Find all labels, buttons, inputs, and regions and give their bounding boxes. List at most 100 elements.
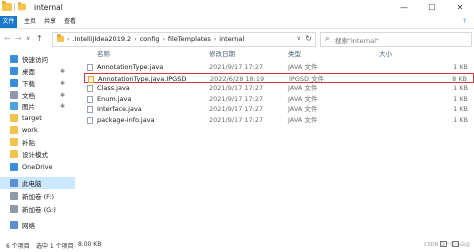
file-row[interactable]: AnnotationType.java 2021/9/17 17:27 JAVA 文… — [84, 62, 474, 72]
file-name: package-info.java — [97, 115, 155, 124]
sidebar-item-icon — [10, 150, 18, 158]
breadcrumb-item[interactable]: internal — [219, 35, 244, 43]
file-icon — [87, 116, 93, 124]
file-row[interactable]: Class.java 2021/9/17 17:27 JAVA 文件 1 KB — [84, 83, 474, 93]
chevron-right-icon: › — [134, 35, 137, 43]
search-input[interactable]: 搜索"internal" — [335, 35, 379, 45]
sidebar-item-label: 新加卷 (F:) — [22, 193, 55, 201]
file-name: Class.java — [97, 84, 130, 92]
sidebar-item-label: 桌面 — [22, 68, 35, 76]
sidebar-item-icon — [10, 114, 18, 122]
sidebar-item[interactable]: 图片 ✱ — [0, 100, 75, 112]
lock-file-icon — [88, 75, 94, 83]
sidebar-item[interactable]: 设计模式 — [0, 148, 75, 160]
sidebar-item-label: 新加卷 (G:) — [22, 206, 56, 214]
sidebar-item-icon — [10, 79, 18, 87]
sidebar-item[interactable]: 下载 ✱ — [0, 77, 75, 89]
file-name: AnnotationType.java.IPGSD — [98, 74, 187, 83]
file-size: 1 KB — [453, 63, 468, 71]
up-button[interactable]: ↑ — [36, 34, 43, 43]
breadcrumb-item[interactable]: config — [140, 35, 160, 43]
file-type: JAVA 文件 — [288, 84, 318, 92]
file-type: JAVA 文件 — [288, 115, 318, 124]
help-icon[interactable]: ? — [463, 18, 466, 25]
breadcrumb-item[interactable]: .IntelliJIdea2019.2 — [72, 35, 131, 43]
address-dropdown-button[interactable]: ∨ — [297, 35, 301, 42]
column-header-name[interactable]: 名称 — [97, 49, 110, 60]
file-date: 2021/9/17 17:27 — [209, 115, 264, 124]
selection-size: 8.00 KB — [78, 241, 102, 248]
large-icons-view-icon[interactable] — [452, 241, 459, 247]
column-header-date[interactable]: 修改日期 — [209, 49, 235, 60]
sidebar-item-label: target — [22, 114, 42, 122]
sidebar-item-icon — [10, 205, 18, 213]
maximize-button[interactable]: ☐ — [418, 0, 446, 16]
file-type: JAVA 文件 — [288, 94, 318, 103]
folder-icon[interactable] — [18, 2, 26, 11]
sidebar-item[interactable]: 新加卷 (F:) — [0, 190, 75, 202]
forward-button[interactable]: → — [15, 34, 22, 43]
sidebar-item[interactable]: 新加卷 (G:) — [0, 203, 75, 215]
sidebar-item-icon — [10, 102, 18, 110]
recent-dropdown-button[interactable]: ∨ — [26, 35, 30, 42]
tab-file[interactable]: 文件 — [0, 16, 17, 28]
close-button[interactable]: ✕ — [446, 0, 474, 16]
refresh-button[interactable]: ↻ — [305, 34, 312, 43]
file-name: Interface.java — [97, 105, 142, 113]
file-size: 1 KB — [453, 115, 468, 124]
tab-share[interactable]: 共享 — [44, 16, 56, 28]
sidebar-item[interactable]: OneDrive — [0, 161, 75, 173]
file-date: 2021/9/17 17:27 — [209, 105, 264, 113]
column-header-type[interactable]: 类型 — [288, 49, 301, 60]
sidebar-item-icon — [10, 192, 18, 200]
sidebar-item-label: 补贴 — [22, 139, 35, 147]
sidebar-item[interactable]: 此电脑 — [0, 177, 75, 189]
details-view-icon[interactable] — [440, 241, 447, 247]
folder-icon — [2, 1, 12, 11]
divider — [14, 3, 15, 11]
pin-icon: ✱ — [60, 79, 66, 87]
sidebar-item[interactable]: work — [0, 124, 75, 136]
sidebar-item-icon — [10, 67, 18, 75]
navigation-bar: ← → ∨ ↑ › .IntelliJIdea2019.2 › config ›… — [0, 29, 474, 49]
sidebar-item[interactable]: 补贴 — [0, 136, 75, 148]
sidebar-item-label: 文档 — [22, 92, 35, 100]
file-size: 1 KB — [453, 94, 468, 103]
search-box[interactable]: ⌕ 搜索"internal" — [320, 32, 472, 47]
chevron-right-icon: › — [162, 35, 165, 43]
sidebar-item-label: 下载 — [22, 80, 35, 88]
file-row[interactable]: package-info.java 2021/9/17 17:27 JAVA 文件 1… — [84, 115, 474, 125]
file-type: JAVA 文件 — [288, 63, 318, 71]
sidebar-item[interactable]: 网络 — [0, 219, 75, 231]
sidebar-item[interactable]: 桌面 ✱ — [0, 65, 75, 77]
file-date: 2021/9/17 17:27 — [209, 84, 264, 92]
sidebar-item-icon — [10, 221, 18, 229]
item-count: 6 个项目 — [6, 243, 30, 250]
tab-home[interactable]: 主页 — [24, 16, 36, 28]
back-button[interactable]: ← — [4, 34, 11, 43]
address-bar[interactable]: › .IntelliJIdea2019.2 › config › fileTem… — [52, 32, 316, 47]
sidebar-item[interactable]: 快速访问 — [0, 53, 75, 65]
file-name: AnnotationType.java — [97, 63, 164, 71]
quick-access-toolbar — [2, 1, 27, 11]
sidebar-item[interactable]: target — [0, 112, 75, 124]
file-row[interactable]: AnnotationType.java.IPGSD 2022/6/28 18:19… — [84, 72, 474, 83]
sidebar-item-label: work — [22, 126, 38, 134]
search-icon: ⌕ — [325, 34, 330, 43]
breadcrumb-item[interactable]: fileTemplates — [168, 35, 211, 43]
file-type: JAVA 文件 — [288, 105, 318, 113]
file-size: 1 KB — [453, 84, 468, 92]
file-date: 2021/9/17 17:27 — [209, 94, 264, 103]
pin-icon: ✱ — [60, 91, 66, 99]
sidebar-item-label: 网络 — [22, 222, 35, 230]
sidebar-item-icon — [10, 163, 18, 171]
file-row[interactable]: Interface.java 2021/9/17 17:27 JAVA 文件 1 KB — [84, 104, 474, 114]
watermark: CSDN @一只小白@ — [424, 242, 470, 248]
minimize-button[interactable]: — — [390, 0, 418, 16]
column-header-size[interactable]: 大小 — [379, 49, 392, 60]
file-row[interactable]: Enum.java 2021/9/17 17:27 JAVA 文件 1 KB — [84, 94, 474, 104]
sidebar-item-label: 设计模式 — [22, 151, 48, 159]
tab-view[interactable]: 查看 — [64, 16, 76, 28]
pin-icon: ✱ — [60, 67, 66, 75]
file-list: 名称 修改日期 类型 大小 AnnotationType.java 2021/9/… — [76, 49, 474, 238]
